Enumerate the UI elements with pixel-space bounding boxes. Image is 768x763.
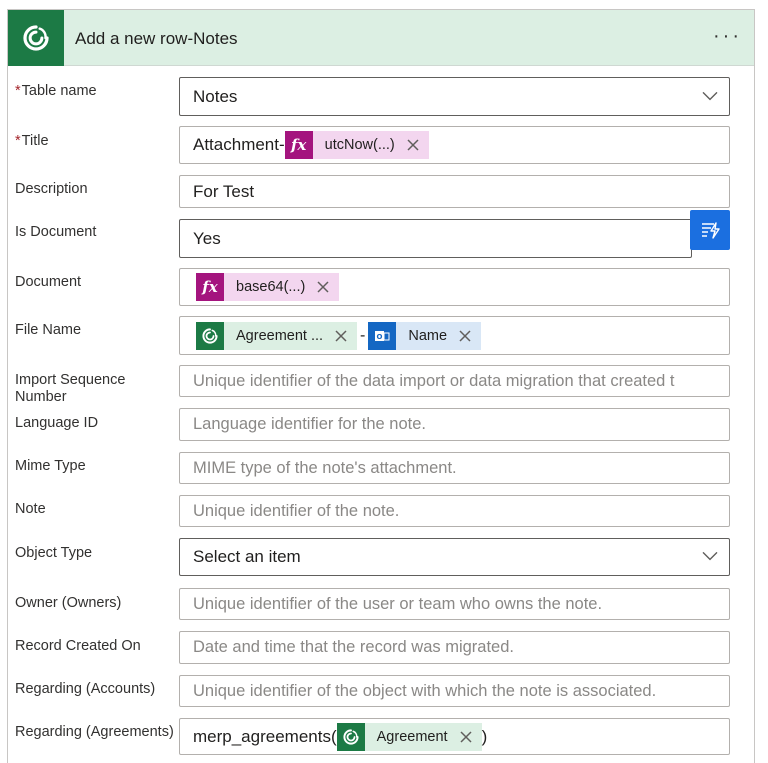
regarding-accounts-input[interactable]: Unique identifier of the object with whi…	[179, 675, 730, 707]
record-created-on-label: Record Created On	[15, 638, 141, 654]
agreement-token[interactable]: Agreement ...	[196, 321, 358, 350]
close-icon[interactable]	[458, 729, 474, 745]
document-field[interactable]: fx base64(...)	[179, 268, 730, 306]
regarding-accounts-label: Regarding (Accounts)	[15, 681, 156, 697]
fx-icon: fx	[284, 131, 313, 159]
chevron-down-icon	[702, 91, 718, 100]
mime-type-label: Mime Type	[15, 458, 86, 474]
dataverse-icon	[8, 10, 64, 66]
import-sequence-number-input[interactable]: Unique identifier of the data import or …	[179, 365, 730, 397]
table-name-label: *Table name	[15, 83, 97, 99]
import-sequence-number-label: Import Sequence Number	[15, 372, 126, 405]
agreement-token[interactable]: Agreement	[336, 722, 482, 751]
language-id-label: Language ID	[15, 415, 99, 431]
outlook-icon: O	[368, 321, 397, 350]
object-type-label: Object Type	[15, 545, 93, 561]
note-input[interactable]: Unique identifier of the note.	[179, 495, 730, 527]
regarding-agreements-label: Regarding (Agreements)	[15, 724, 174, 740]
fx-icon: fx	[196, 273, 224, 301]
chevron-down-icon	[702, 551, 718, 561]
description-input[interactable]: For Test	[179, 175, 730, 208]
mime-type-input[interactable]: MIME type of the note's attachment.	[179, 452, 730, 484]
owner-input[interactable]: Unique identifier of the user or team wh…	[179, 588, 730, 620]
card-title: Add a new row-Notes	[75, 29, 238, 48]
name-token[interactable]: O Name	[368, 321, 482, 350]
description-label: Description	[15, 181, 88, 197]
title-field[interactable]: Attachment- fx utcNow(...)	[179, 126, 730, 164]
close-icon[interactable]	[457, 328, 473, 344]
close-icon[interactable]	[333, 328, 349, 344]
dynamic-content-icon	[702, 222, 720, 239]
file-name-label: File Name	[15, 322, 82, 338]
svg-text:O: O	[377, 333, 383, 341]
dataverse-icon	[196, 321, 224, 350]
regarding-agreements-field[interactable]: merp_agreements( Agreement )	[179, 718, 730, 755]
table-name-select[interactable]: Notes	[179, 77, 730, 116]
note-label: Note	[15, 501, 46, 517]
close-icon[interactable]	[405, 137, 421, 153]
base64-token[interactable]: fx base64(...)	[196, 273, 340, 301]
language-id-input[interactable]: Language identifier for the note.	[179, 408, 730, 441]
more-options-button[interactable]: ···	[713, 10, 742, 62]
is-document-input[interactable]: Yes	[179, 219, 692, 258]
object-type-select[interactable]: Select an item	[179, 538, 730, 576]
dataverse-icon	[336, 722, 365, 751]
document-label: Document	[15, 274, 82, 290]
is-document-label: Is Document	[15, 224, 97, 240]
record-created-on-input[interactable]: Date and time that the record was migrat…	[179, 631, 730, 664]
title-label: *Title	[15, 133, 49, 149]
card-header[interactable]: Add a new row-Notes ···	[8, 10, 754, 66]
file-name-field[interactable]: Agreement ... - O Name	[179, 316, 730, 355]
owner-label: Owner (Owners)	[15, 595, 122, 611]
dynamic-content-button[interactable]	[690, 210, 730, 250]
utcnow-token[interactable]: fx utcNow(...)	[284, 131, 429, 159]
close-icon[interactable]	[315, 279, 331, 295]
